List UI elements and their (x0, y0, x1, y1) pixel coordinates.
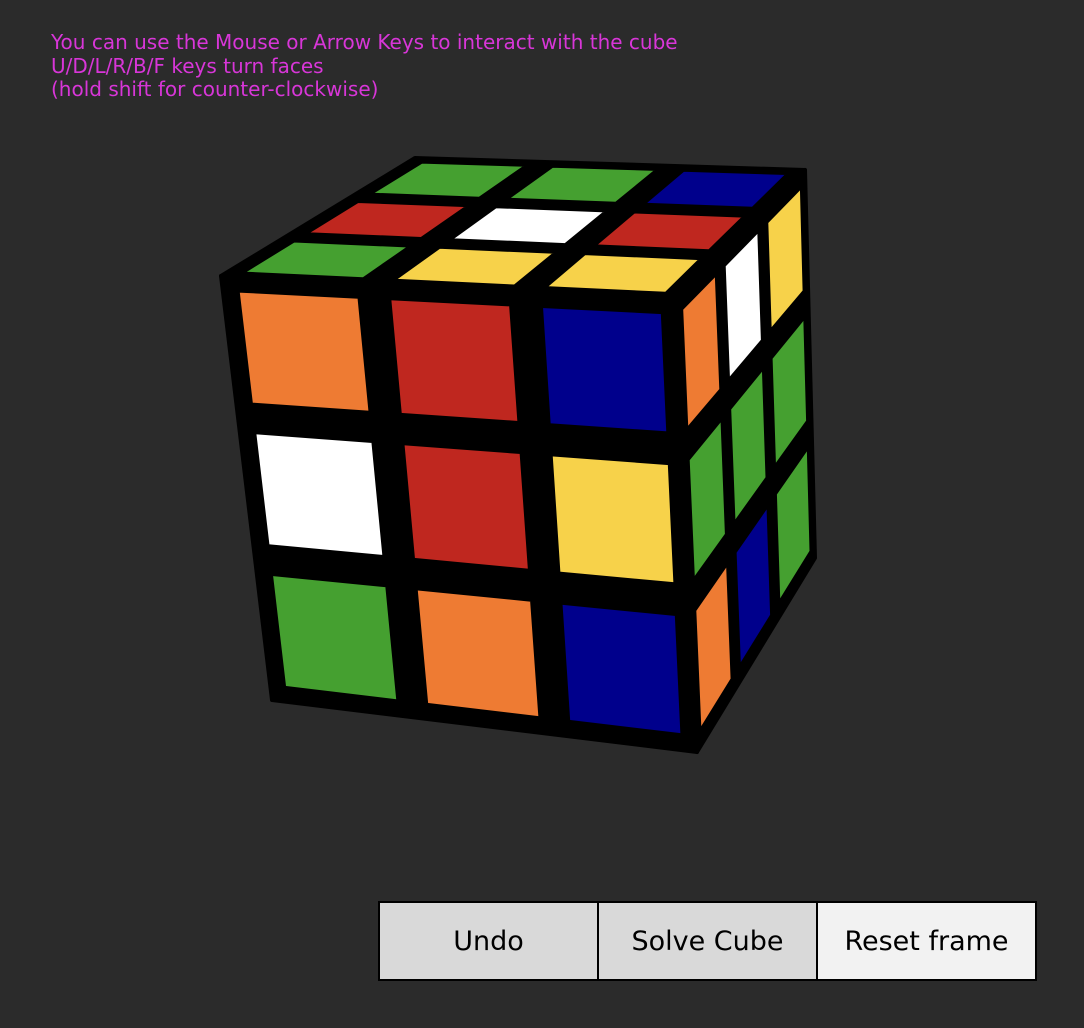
sticker-front-0-0[interactable] (237, 290, 371, 413)
rubiks-cube[interactable] (0, 0, 1084, 1028)
sticker-front-2-2[interactable] (560, 602, 683, 736)
sticker-front-1-0[interactable] (254, 432, 385, 557)
control-bar: Undo Solve Cube Reset frame (378, 901, 1037, 981)
sticker-front-0-2[interactable] (541, 306, 669, 434)
sticker-front-2-0[interactable] (271, 574, 399, 702)
solve-cube-button[interactable]: Solve Cube (599, 903, 818, 979)
undo-button[interactable]: Undo (380, 903, 599, 979)
sticker-front-0-1[interactable] (389, 298, 520, 423)
sticker-front-1-1[interactable] (402, 443, 530, 571)
sticker-front-1-2[interactable] (550, 454, 676, 585)
reset-frame-button[interactable]: Reset frame (818, 903, 1035, 979)
sticker-front-2-1[interactable] (415, 588, 541, 719)
